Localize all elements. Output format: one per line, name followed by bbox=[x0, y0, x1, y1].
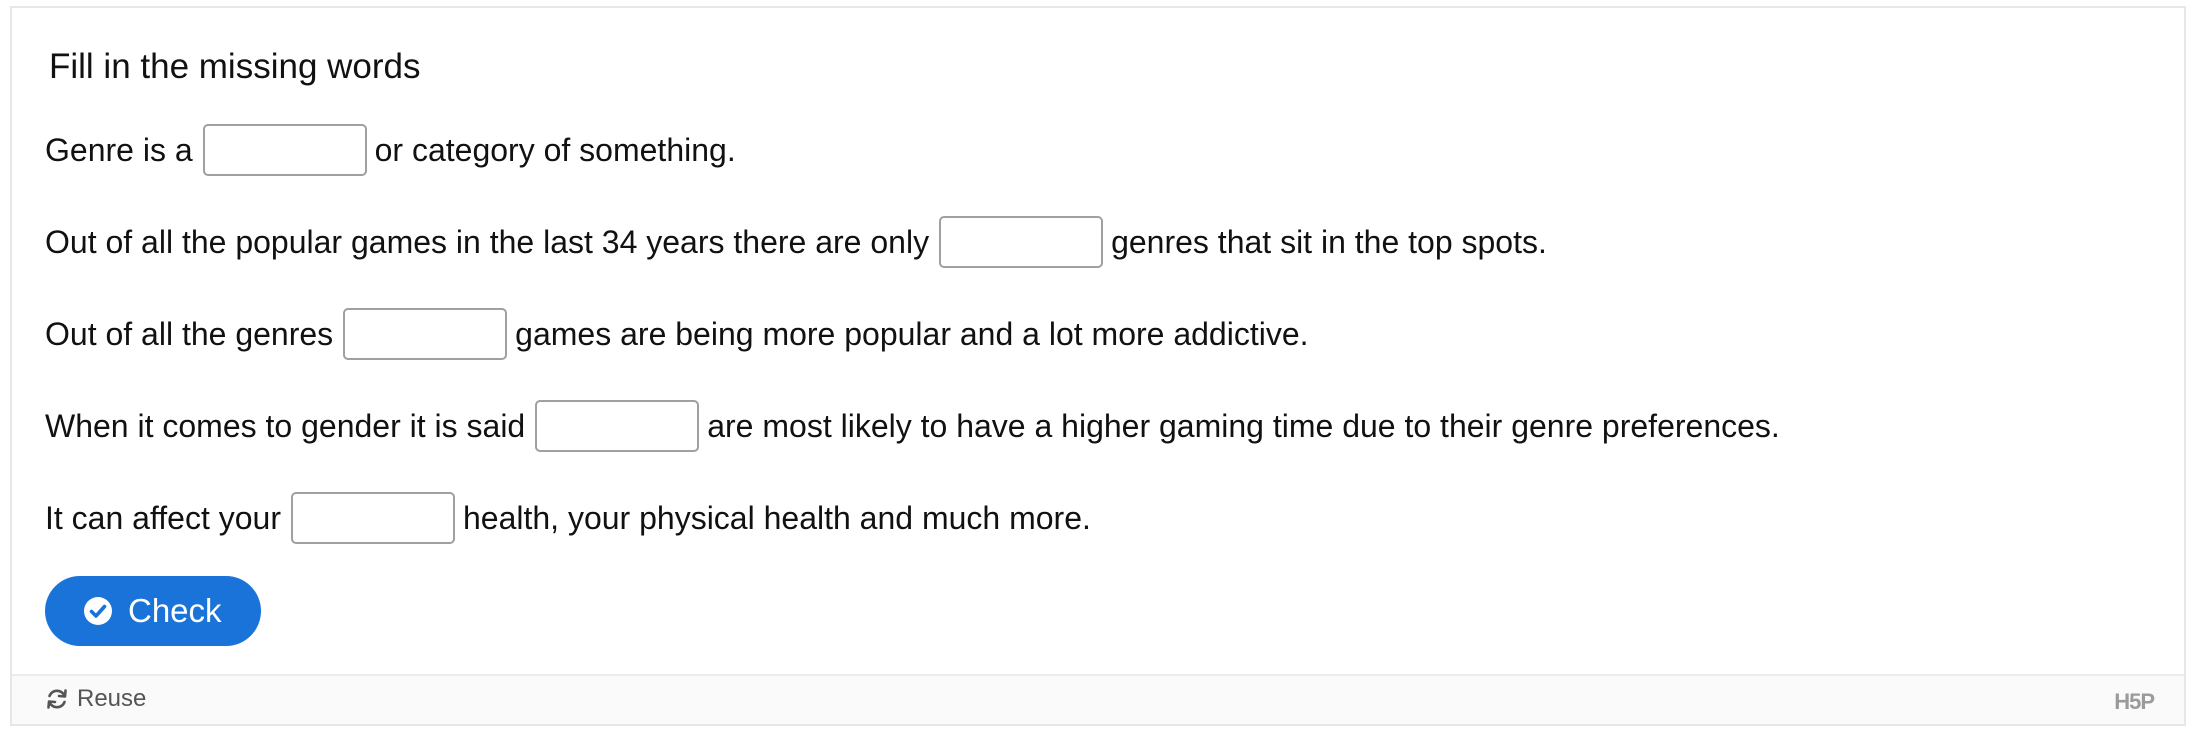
sentence-5-after: health, your physical health and much mo… bbox=[462, 499, 1091, 536]
blank-input-3[interactable] bbox=[343, 308, 508, 360]
sentence-2-before: Out of all the popular games in the last… bbox=[45, 223, 930, 260]
blank-input-4[interactable] bbox=[535, 400, 700, 452]
footer-bar: Reuse H5P bbox=[12, 674, 2184, 724]
sentence-3-after: games are being more popular and a lot m… bbox=[515, 315, 1309, 352]
sentence-1-after: or category of something. bbox=[374, 131, 736, 168]
h5p-container: Fill in the missing words Genre is a or … bbox=[10, 6, 2186, 726]
sentence-4: When it comes to gender it is said are m… bbox=[45, 400, 1780, 452]
sentence-4-before: When it comes to gender it is said bbox=[45, 407, 526, 444]
check-circle-icon bbox=[83, 596, 113, 626]
sentence-2: Out of all the popular games in the last… bbox=[45, 216, 1547, 268]
fill-in-blanks-task: Fill in the missing words Genre is a or … bbox=[12, 8, 2184, 678]
refresh-icon bbox=[45, 687, 69, 711]
sentence-5-before: It can affect your bbox=[45, 499, 281, 536]
sentence-1-before: Genre is a bbox=[45, 131, 193, 168]
reuse-button[interactable]: Reuse bbox=[45, 685, 146, 713]
check-button[interactable]: Check bbox=[45, 576, 261, 646]
blank-input-5[interactable] bbox=[290, 492, 455, 544]
sentence-5: It can affect your health, your physical… bbox=[45, 492, 1091, 544]
sentence-2-after: genres that sit in the top spots. bbox=[1111, 223, 1547, 260]
h5p-logo[interactable]: H5P bbox=[2114, 689, 2155, 715]
sentence-1: Genre is a or category of something. bbox=[45, 124, 736, 176]
task-title: Fill in the missing words bbox=[49, 47, 421, 86]
check-button-label: Check bbox=[128, 592, 222, 629]
sentence-3-before: Out of all the genres bbox=[45, 315, 334, 352]
blank-input-1[interactable] bbox=[202, 124, 367, 176]
sentence-3: Out of all the genres games are being mo… bbox=[45, 308, 1309, 360]
blank-input-2[interactable] bbox=[939, 216, 1104, 268]
sentence-4-after: are most likely to have a higher gaming … bbox=[707, 407, 1780, 444]
reuse-label: Reuse bbox=[77, 685, 147, 712]
